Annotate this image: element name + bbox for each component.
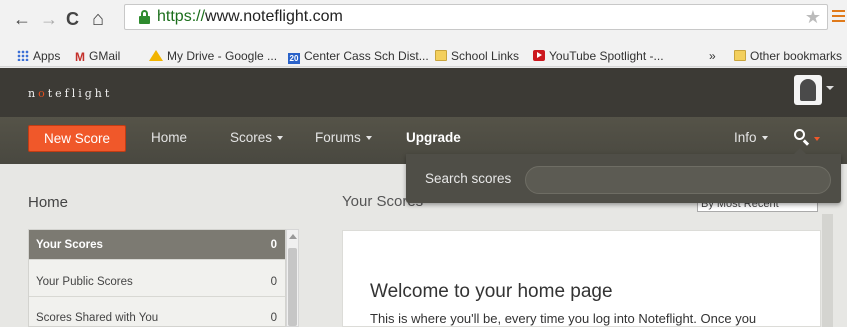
apps-icon [17, 50, 29, 61]
caret-down-icon [761, 136, 768, 140]
bookmark-school-links[interactable]: School Links [435, 49, 519, 63]
new-score-button[interactable]: New Score [28, 125, 126, 152]
count-badge: 0 [270, 312, 277, 324]
bookmarks-overflow-button[interactable]: » [709, 49, 716, 63]
nav-scores[interactable]: Scores [230, 130, 284, 146]
url-text: https://www.noteflight.com [157, 8, 343, 25]
welcome-text: This is where you'll be, every time you … [370, 311, 757, 326]
nav-home[interactable]: Home [151, 130, 187, 146]
noteflight-logo[interactable]: noteflight [28, 87, 112, 100]
sidebar-scrollbar[interactable] [286, 229, 299, 327]
search-label: Search scores [425, 171, 512, 186]
bookmark-gmail[interactable]: M GMail [75, 49, 120, 64]
caret-down-icon[interactable] [826, 86, 834, 90]
browser-toolbar: ← → C ⌂ https://www.noteflight.com ★ [0, 0, 847, 45]
user-silhouette-icon [800, 79, 816, 101]
chrome-menu-icon[interactable] [832, 10, 845, 22]
sidebar-title: Home [28, 194, 69, 211]
avatar[interactable] [794, 75, 822, 105]
search-icon[interactable] [794, 129, 810, 146]
nav-upgrade[interactable]: Upgrade [406, 130, 461, 146]
bookmark-center-cass[interactable]: 20 Center Cass Sch Dist... [288, 49, 429, 64]
count-badge: 0 [270, 276, 277, 288]
bookmarks-bar: Apps M GMail My Drive - Google ... 20 Cent… [0, 45, 847, 67]
forward-arrow-icon[interactable]: → [40, 10, 58, 28]
bookmark-apps[interactable]: Apps [17, 49, 60, 63]
scrollbar-thumb[interactable] [288, 248, 297, 326]
bookmark-other[interactable]: Other bookmarks [734, 49, 842, 63]
sidebar-item-your-scores[interactable]: Your Scores 0 [29, 230, 285, 260]
caret-down-icon [365, 136, 372, 140]
lock-icon [139, 10, 150, 24]
dropdown-pointer [794, 148, 806, 154]
folder-icon [734, 50, 746, 61]
youtube-icon [533, 50, 545, 61]
folder-icon [435, 50, 447, 61]
sidebar-list: Your Scores 0 Your Public Scores 0 Score… [28, 229, 286, 327]
home-icon[interactable]: ⌂ [92, 9, 104, 29]
caret-down-icon[interactable] [814, 137, 820, 141]
sidebar-item-scores-shared[interactable]: Scores Shared with You 0 [29, 303, 285, 327]
drive-icon [149, 50, 163, 61]
nav-forums[interactable]: Forums [315, 130, 372, 146]
welcome-title: Welcome to your home page [370, 281, 613, 302]
search-input[interactable] [525, 166, 831, 194]
gmail-icon: M [75, 50, 85, 64]
scroll-up-icon[interactable] [289, 234, 297, 239]
main-scrollbar[interactable] [822, 214, 833, 327]
calendar-icon: 20 [288, 53, 300, 64]
nav-info[interactable]: Info [734, 130, 768, 146]
site-header: noteflight [0, 68, 847, 117]
address-bar[interactable]: https://www.noteflight.com ★ [124, 4, 828, 30]
bookmark-star-icon[interactable]: ★ [805, 7, 821, 28]
sidebar-item-your-public-scores[interactable]: Your Public Scores 0 [29, 267, 285, 297]
count-badge: 0 [270, 239, 277, 251]
caret-down-icon [277, 136, 284, 140]
bookmark-youtube[interactable]: YouTube Spotlight -... [533, 49, 664, 63]
bookmark-my-drive[interactable]: My Drive - Google ... [149, 49, 277, 63]
reload-icon[interactable]: C [66, 10, 79, 28]
back-arrow-icon[interactable]: ← [13, 10, 31, 28]
